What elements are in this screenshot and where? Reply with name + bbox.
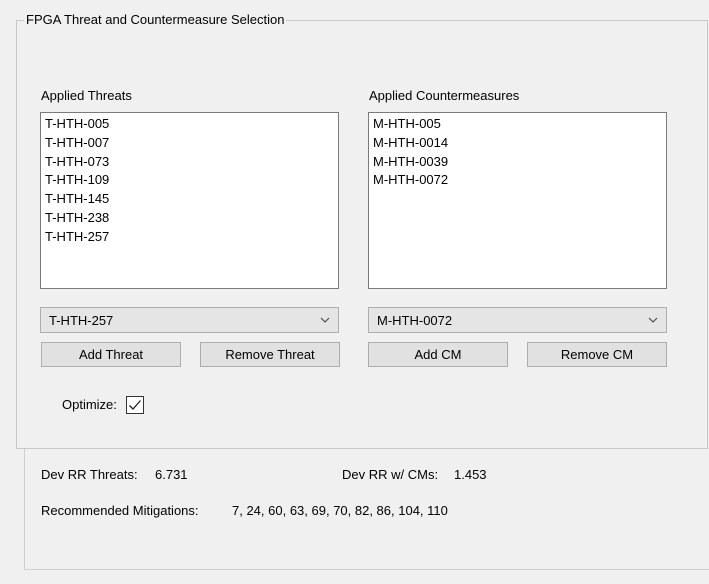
countermeasure-select-combobox[interactable]: M-HTH-0072 <box>368 307 667 333</box>
chevron-down-icon[interactable] <box>640 308 666 332</box>
chevron-down-icon[interactable] <box>312 308 338 332</box>
threat-select-combobox[interactable]: T-HTH-257 <box>40 307 339 333</box>
threat-select-value: T-HTH-257 <box>49 312 114 328</box>
remove-threat-button[interactable]: Remove Threat <box>200 342 340 367</box>
app-window: FPGA Threat and Countermeasure Selection… <box>0 0 709 584</box>
add-threat-button[interactable]: Add Threat <box>41 342 181 367</box>
add-cm-button[interactable]: Add CM <box>368 342 508 367</box>
list-item[interactable]: M-HTH-005 <box>373 115 662 134</box>
dev-rr-threats-label: Dev RR Threats: <box>41 467 138 482</box>
applied-countermeasures-listbox[interactable]: M-HTH-005 M-HTH-0014 M-HTH-0039 M-HTH-0072 <box>368 112 667 289</box>
groupbox-title: FPGA Threat and Countermeasure Selection <box>24 12 287 27</box>
dev-rr-cms-value: 1.453 <box>454 467 487 482</box>
dev-rr-cms-label: Dev RR w/ CMs: <box>342 467 439 482</box>
remove-cm-button[interactable]: Remove CM <box>527 342 667 367</box>
list-item[interactable]: T-HTH-005 <box>45 115 334 134</box>
applied-threats-label: Applied Threats <box>41 88 132 103</box>
list-item[interactable]: T-HTH-007 <box>45 134 334 153</box>
checkmark-icon <box>129 400 141 410</box>
optimize-checkbox[interactable] <box>126 396 144 414</box>
list-item[interactable]: T-HTH-109 <box>45 171 334 190</box>
list-item[interactable]: T-HTH-257 <box>45 228 334 247</box>
recommended-mitigations-label: Recommended Mitigations: <box>41 503 199 518</box>
list-item[interactable]: M-HTH-0072 <box>373 171 662 190</box>
applied-countermeasures-label: Applied Countermeasures <box>369 88 520 103</box>
list-item[interactable]: T-HTH-145 <box>45 190 334 209</box>
list-item[interactable]: M-HTH-0014 <box>373 134 662 153</box>
countermeasure-select-value: M-HTH-0072 <box>377 312 453 328</box>
recommended-mitigations-value: 7, 24, 60, 63, 69, 70, 82, 86, 104, 110 <box>232 503 448 518</box>
optimize-label: Optimize: <box>62 397 117 412</box>
list-item[interactable]: T-HTH-238 <box>45 209 334 228</box>
list-item[interactable]: M-HTH-0039 <box>373 153 662 172</box>
dev-rr-threats-value: 6.731 <box>155 467 188 482</box>
applied-threats-listbox[interactable]: T-HTH-005 T-HTH-007 T-HTH-073 T-HTH-109 T-HT… <box>40 112 339 289</box>
list-item[interactable]: T-HTH-073 <box>45 153 334 172</box>
